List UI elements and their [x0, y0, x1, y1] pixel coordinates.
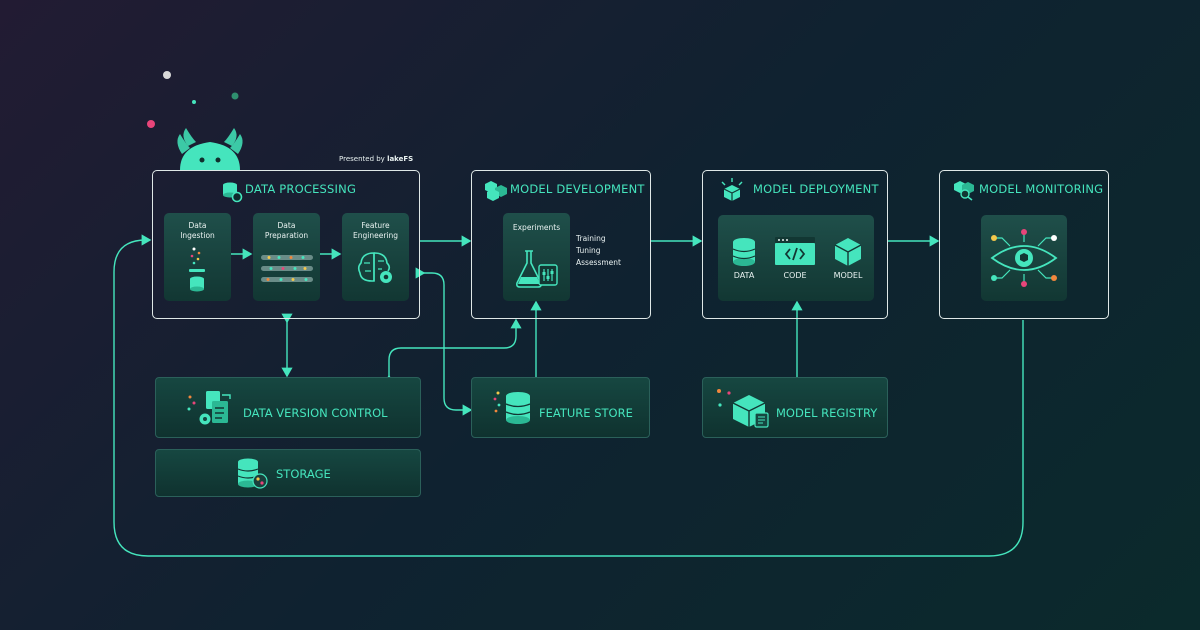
mlops-diagram: Presented by lakeFS DATA PROCESSING Data… [0, 0, 1200, 630]
presented-by: Presented by lakeFS [339, 153, 413, 165]
component-data-version-control: DATA VERSION CONTROL [155, 377, 421, 438]
brain-gear-icon [357, 252, 392, 283]
component-label: DATA VERSION CONTROL [243, 406, 388, 420]
component-label: MODEL REGISTRY [776, 406, 878, 420]
stage-model-development: MODEL DEVELOPMENT Experiments Training T… [471, 170, 651, 319]
step-tuning: Tuning [576, 246, 601, 255]
stage-title: MODEL DEPLOYMENT [753, 182, 879, 196]
model-cube-icon [834, 238, 862, 266]
stage-data-processing: DATA PROCESSING Data Ingestion Data Prep… [152, 170, 420, 319]
data-rows-icon [261, 255, 313, 282]
tile-feature-engineering: Feature Engineering [342, 213, 409, 301]
step-training: Training [576, 234, 606, 243]
arrow-feature-engineering-store [415, 267, 473, 416]
component-label: FEATURE STORE [539, 406, 633, 420]
monitoring-panel [981, 215, 1067, 301]
version-files-icon [187, 391, 231, 425]
deploy-item-model: MODEL [833, 271, 863, 280]
flask-sliders-icon [516, 250, 558, 288]
tile-label: Data Preparation [264, 221, 309, 240]
tile-label: Feature Engineering [353, 221, 398, 240]
code-window-icon [775, 237, 815, 265]
tile-data-ingestion: Data Ingestion [164, 213, 231, 301]
database-storage-icon [237, 458, 268, 489]
database-sparkle-icon [493, 391, 531, 424]
presented-by-label: Presented by [339, 155, 385, 163]
database-gear-icon [223, 182, 243, 203]
stage-model-monitoring: MODEL MONITORING [939, 170, 1109, 319]
database-icon [732, 238, 756, 266]
cube-sparkle-icon [721, 178, 743, 201]
deploy-item-data: DATA [733, 271, 755, 280]
arrow-dvc-experiments [383, 318, 522, 385]
funnel-database-icon [189, 247, 205, 292]
axolotl-mascot-icon [147, 71, 243, 170]
brand-name: lakeFS [387, 155, 414, 163]
component-feature-store: FEATURE STORE [471, 377, 650, 438]
component-label: STORAGE [276, 467, 331, 481]
stage-model-deployment: MODEL DEPLOYMENT DATA CODE MODEL [702, 170, 888, 319]
tile-label: Experiments [512, 223, 561, 232]
deployment-panel: DATA CODE MODEL [718, 215, 874, 301]
component-model-registry: MODEL REGISTRY [702, 377, 888, 438]
development-steps: Training Tuning Assessment [576, 233, 621, 269]
tile-data-preparation: Data Preparation [253, 213, 320, 301]
deploy-item-code: CODE [783, 271, 807, 280]
stage-title: MODEL MONITORING [979, 182, 1104, 196]
cube-registry-icon [717, 389, 769, 428]
step-assessment: Assessment [576, 258, 621, 267]
cubes-magnifier-icon [954, 181, 974, 201]
tile-experiments: Experiments [503, 213, 570, 301]
tile-label: Data Ingestion [180, 221, 215, 240]
eye-network-icon [990, 229, 1058, 287]
stage-title: MODEL DEVELOPMENT [510, 182, 645, 196]
cubes-icon [485, 181, 507, 201]
stage-title: DATA PROCESSING [245, 182, 357, 196]
component-storage: STORAGE [155, 449, 421, 497]
